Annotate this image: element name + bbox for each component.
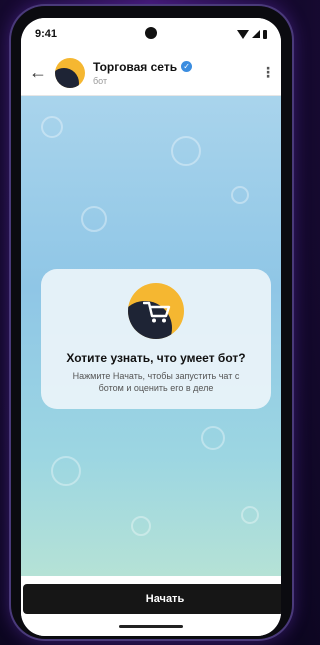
chat-subtitle: бот xyxy=(93,75,108,86)
card-text: Нажмите Начать, чтобы запустить чат с бо… xyxy=(72,371,240,393)
avatar[interactable] xyxy=(55,57,85,88)
more-vertical-icon[interactable]: ⋮ xyxy=(255,64,281,81)
doodle-circle xyxy=(51,456,81,486)
doodle-circle xyxy=(41,116,63,138)
status-bar: 9:41 xyxy=(21,18,281,50)
battery-icon xyxy=(263,29,267,39)
home-indicator[interactable] xyxy=(119,625,183,628)
verified-check-icon: ✓ xyxy=(181,61,193,72)
bottom-bar: Начать xyxy=(21,576,281,636)
bot-avatar xyxy=(128,283,184,339)
doodle-circle xyxy=(171,136,201,166)
doodle-circle xyxy=(201,426,225,450)
chat-title: Торговая сеть xyxy=(93,59,178,74)
wifi-icon xyxy=(237,29,249,39)
doodle-circle xyxy=(81,206,107,232)
arrow-left-icon[interactable]: ← xyxy=(21,62,55,83)
bot-intro-card: Хотите узнать, что умеет бот? Нажмите На… xyxy=(41,269,271,409)
shopping-cart-icon xyxy=(143,301,171,323)
status-icons xyxy=(237,29,267,39)
camera-cutout xyxy=(145,27,157,39)
chat-title-block[interactable]: Торговая сеть ✓ бот xyxy=(93,60,255,86)
doodle-circle xyxy=(231,186,249,204)
app-screen: 9:41 ← Торговая сеть ✓ бот ⋮ Хотите узна… xyxy=(21,18,281,636)
doodle-circle xyxy=(131,516,151,536)
chat-background: Хотите узнать, что умеет бот? Нажмите На… xyxy=(21,96,281,576)
start-button[interactable]: Начать xyxy=(23,584,281,614)
signal-icon xyxy=(252,30,260,38)
card-title: Хотите узнать, что умеет бот? xyxy=(66,351,246,365)
doodle-circle xyxy=(241,506,259,524)
status-time: 9:41 xyxy=(35,28,58,40)
chat-header: ← Торговая сеть ✓ бот ⋮ xyxy=(21,50,281,96)
